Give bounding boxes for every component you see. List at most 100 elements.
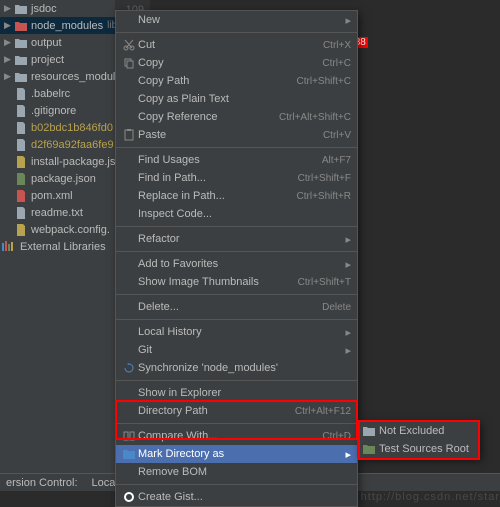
menu-replace-in-path---[interactable]: Replace in Path...Ctrl+Shift+R <box>116 187 357 205</box>
menu-paste[interactable]: PasteCtrl+V <box>116 126 357 144</box>
menu-shortcut: Ctrl+Shift+F <box>298 173 351 184</box>
project-tree: ▶jsdoc▶node_moduleslibrary root▶output▶p… <box>0 0 115 473</box>
expand-arrow-icon: ▶ <box>4 54 14 65</box>
menu-create-gist---[interactable]: Create Gist... <box>116 488 357 506</box>
menu-find-usages[interactable]: Find UsagesAlt+F7 <box>116 151 357 169</box>
tree-item-b02bdc1b846fd0[interactable]: b02bdc1b846fd0 <box>0 119 115 136</box>
submenu-arrow-icon: ▸ <box>341 233 351 246</box>
tree-item-readme-txt[interactable]: readme.txt <box>0 204 115 221</box>
menu-delete---[interactable]: Delete...Delete <box>116 298 357 316</box>
menu-item-label: Paste <box>138 129 323 141</box>
tree-item-label: .babelrc <box>31 88 70 100</box>
submenu-arrow-icon: ▸ <box>341 14 351 27</box>
mark-directory-submenu: Not Excluded Test Sources Root <box>358 421 480 459</box>
menu-separator <box>116 319 357 320</box>
tree-item-resources-module[interactable]: ▶resources_module <box>0 68 115 85</box>
submenu-item-label: Not Excluded <box>379 425 444 437</box>
tree-item-webpack-config-[interactable]: webpack.config. <box>0 221 115 238</box>
menu-refactor[interactable]: Refactor▸ <box>116 230 357 248</box>
tree-item-jsdoc[interactable]: ▶jsdoc <box>0 0 115 17</box>
menu-show-in-explorer[interactable]: Show in Explorer <box>116 384 357 402</box>
tree-item-install-package-js[interactable]: install-package.js <box>0 153 115 170</box>
tree-item-project[interactable]: ▶ project <box>0 51 115 68</box>
cut-icon <box>120 39 138 51</box>
menu-copy-reference[interactable]: Copy ReferenceCtrl+Alt+Shift+C <box>116 108 357 126</box>
menu-git[interactable]: Git▸ <box>116 341 357 359</box>
menu-separator <box>116 423 357 424</box>
menu-copy-path[interactable]: Copy PathCtrl+Shift+C <box>116 72 357 90</box>
menu-separator <box>116 32 357 33</box>
menu-separator <box>116 147 357 148</box>
menu-compare-with---[interactable]: Compare With...Ctrl+D <box>116 427 357 445</box>
copy-icon <box>120 57 138 69</box>
menu-copy[interactable]: CopyCtrl+C <box>116 54 357 72</box>
menu-item-label: Inspect Code... <box>138 208 351 220</box>
menu-separator <box>116 251 357 252</box>
menu-item-label: Cut <box>138 39 323 51</box>
menu-directory-path[interactable]: Directory PathCtrl+Alt+F12 <box>116 402 357 420</box>
menu-item-label: Refactor <box>138 233 341 245</box>
menu-item-label: Show Image Thumbnails <box>138 276 298 288</box>
tree-item-node-modules[interactable]: ▶node_moduleslibrary root <box>0 17 115 34</box>
tree-item-label: readme.txt <box>31 207 83 219</box>
tree-item--gitignore[interactable]: .gitignore <box>0 102 115 119</box>
expand-arrow-icon: ▶ <box>4 20 14 31</box>
file-js-icon <box>14 156 28 168</box>
menu-shortcut: Ctrl+V <box>323 130 351 141</box>
menu-local-history[interactable]: Local History▸ <box>116 323 357 341</box>
menu-item-label: Copy <box>138 57 322 69</box>
file-txt-icon <box>14 207 28 219</box>
file-y-icon <box>14 139 28 151</box>
menu-add-to-favorites[interactable]: Add to Favorites▸ <box>116 255 357 273</box>
menu-cut[interactable]: CutCtrl+X <box>116 36 357 54</box>
submenu-test-sources-root[interactable]: Test Sources Root <box>359 440 479 458</box>
menu-item-label: Directory Path <box>138 405 295 417</box>
menu-show-image-thumbnails[interactable]: Show Image ThumbnailsCtrl+Shift+T <box>116 273 357 291</box>
menu-shortcut: Delete <box>322 302 351 313</box>
sync-icon <box>120 362 138 374</box>
expand-arrow-icon: ▶ <box>4 37 14 48</box>
file-y-icon <box>14 122 28 134</box>
menu-shortcut: Ctrl+Shift+T <box>298 277 351 288</box>
watermark-text: http://blog.csdn.net/star <box>361 491 500 503</box>
tree-item-label: package.json <box>31 173 96 185</box>
tree-item-package-json[interactable]: package.json <box>0 170 115 187</box>
folder-icon <box>363 426 379 436</box>
submenu-arrow-icon: ▸ <box>341 344 351 357</box>
tree-item-label: node_modules <box>31 20 103 32</box>
menu-find-in-path---[interactable]: Find in Path...Ctrl+Shift+F <box>116 169 357 187</box>
menu-item-label: Git <box>138 344 341 356</box>
submenu-item-label: Test Sources Root <box>379 443 469 455</box>
menu-new[interactable]: New▸ <box>116 11 357 29</box>
version-control-label: ersion Control: <box>0 477 84 489</box>
tree-item-label: install-package.js <box>31 156 115 168</box>
submenu-not-excluded[interactable]: Not Excluded <box>359 422 479 440</box>
tree-item-d2f69a92faa6fe9[interactable]: d2f69a92faa6fe9 <box>0 136 115 153</box>
menu-separator <box>116 484 357 485</box>
mark-icon <box>120 449 138 459</box>
menu-remove-bom[interactable]: Remove BOM <box>116 463 357 481</box>
menu-separator <box>116 294 357 295</box>
menu-synchronize--node-modules-[interactable]: Synchronize 'node_modules' <box>116 359 357 377</box>
menu-item-label: Find Usages <box>138 154 322 166</box>
menu-mark-directory-as[interactable]: Mark Directory as▸ <box>116 445 357 463</box>
github-icon <box>120 491 138 503</box>
tree-item-pom-xml[interactable]: pom.xml <box>0 187 115 204</box>
menu-item-label: Copy as Plain Text <box>138 93 351 105</box>
tree-item-label: .gitignore <box>31 105 76 117</box>
external-libraries[interactable]: External Libraries <box>0 238 115 255</box>
submenu-arrow-icon: ▸ <box>341 448 351 461</box>
menu-item-label: Copy Reference <box>138 111 279 123</box>
menu-shortcut: Ctrl+Shift+C <box>297 76 351 87</box>
tree-item--babelrc[interactable]: .babelrc <box>0 85 115 102</box>
tree-item-output[interactable]: ▶output <box>0 34 115 51</box>
menu-inspect-code---[interactable]: Inspect Code... <box>116 205 357 223</box>
menu-copy-as-plain-text[interactable]: Copy as Plain Text <box>116 90 357 108</box>
external-libraries-label: External Libraries <box>20 241 106 253</box>
folder-red-icon <box>14 21 28 31</box>
menu-shortcut: Ctrl+Alt+Shift+C <box>279 112 351 123</box>
menu-item-label: Show in Explorer <box>138 387 351 399</box>
tree-item-label: project <box>31 54 64 66</box>
file-xml-icon <box>14 190 28 202</box>
menu-shortcut: Ctrl+C <box>322 58 351 69</box>
